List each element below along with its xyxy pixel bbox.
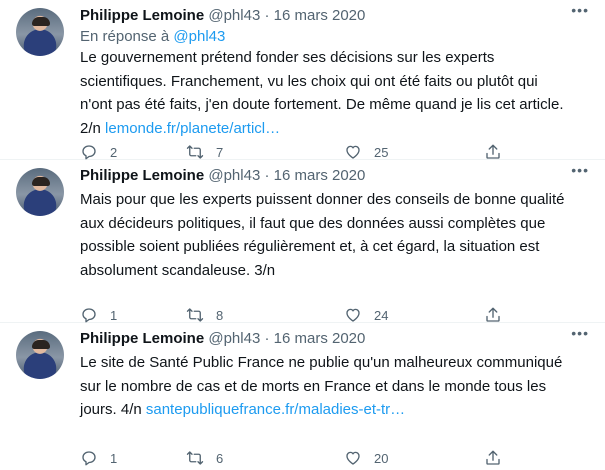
like-count: 24 xyxy=(374,307,389,323)
tweet-link[interactable]: lemonde.fr/planete/articl… xyxy=(105,120,280,137)
reply-button[interactable]: 1 xyxy=(80,446,117,470)
share-icon xyxy=(486,144,500,159)
reply-count: 1 xyxy=(110,450,118,466)
tweet-text-line: Le site de Santé Public France ne publie… xyxy=(80,354,563,371)
author-name[interactable]: Philippe Lemoine xyxy=(80,7,204,24)
reply-bubble-icon xyxy=(82,308,96,323)
author-handle[interactable]: @phl43 xyxy=(208,7,260,24)
more-dots-icon[interactable]: ••• xyxy=(571,162,589,178)
tweet[interactable]: Philippe Lemoine @phl43 · 16 mars 2020 •… xyxy=(0,323,605,466)
share-button[interactable] xyxy=(484,446,502,470)
retweet-icon xyxy=(186,308,204,322)
author-handle[interactable]: @phl43 xyxy=(208,167,260,184)
retweet-count: 8 xyxy=(216,307,224,323)
tweet-header: Philippe Lemoine @phl43 · 16 mars 2020 xyxy=(80,167,366,184)
share-icon xyxy=(486,450,500,465)
tweet-header: Philippe Lemoine @phl43 · 16 mars 2020 xyxy=(80,330,366,347)
tweet-link[interactable]: santepubliquefrance.fr/maladies-et-tr… xyxy=(146,401,405,418)
retweet-icon xyxy=(186,145,204,159)
reply-context: En réponse à @phl43 xyxy=(80,27,225,47)
heart-icon xyxy=(346,145,360,159)
more-dots-icon[interactable]: ••• xyxy=(571,325,589,341)
tweet-text: Le site de Santé Public France ne publie… xyxy=(80,351,589,422)
tweet-header: Philippe Lemoine @phl43 · 16 mars 2020 xyxy=(80,7,366,24)
reply-count: 1 xyxy=(110,307,118,323)
action-bar: 1 6 20 xyxy=(80,446,589,470)
tweet-text-line: absolument scandaleuse. 3/n xyxy=(80,261,276,279)
author-name[interactable]: Philippe Lemoine xyxy=(80,330,204,347)
like-count: 25 xyxy=(374,144,389,160)
share-icon xyxy=(486,307,500,322)
like-count: 20 xyxy=(374,450,389,466)
tweet-date[interactable]: 16 mars 2020 xyxy=(274,7,366,24)
tweet-text-line: Le gouvernement prétend fonder ses décis… xyxy=(80,49,495,66)
reply-count: 2 xyxy=(110,144,118,160)
tweet[interactable]: Philippe Lemoine @phl43 · 16 mars 2020 •… xyxy=(0,160,605,323)
tweet-text-line: 2/n xyxy=(80,119,101,137)
like-button[interactable]: 20 xyxy=(344,446,388,470)
tweet-text-line: possible soient publiées régulièrement e… xyxy=(80,238,540,255)
tweet-text-line: scientifiques. Franchement, vu les choix… xyxy=(80,72,538,90)
tweet[interactable]: Philippe Lemoine @phl43 · 16 mars 2020 •… xyxy=(0,0,605,160)
tweet-text-line: sur le nombre de cas et de morts en Fran… xyxy=(80,377,547,395)
avatar[interactable] xyxy=(16,331,64,379)
tweet-date[interactable]: 16 mars 2020 xyxy=(274,167,366,184)
reply-to-handle[interactable]: @phl43 xyxy=(173,28,225,45)
avatar[interactable] xyxy=(16,168,64,216)
retweet-icon xyxy=(186,451,204,465)
retweet-button[interactable]: 6 xyxy=(186,446,223,470)
tweet-date[interactable]: 16 mars 2020 xyxy=(274,330,366,347)
reply-bubble-icon xyxy=(82,145,96,160)
retweet-count: 7 xyxy=(216,144,224,160)
author-handle[interactable]: @phl43 xyxy=(208,330,260,347)
tweet-text-line: aux décideurs politiques, il faut que de… xyxy=(80,214,546,232)
heart-icon xyxy=(346,308,360,322)
heart-icon xyxy=(346,451,360,465)
tweet-text: Le gouvernement prétend fonder ses décis… xyxy=(80,46,589,140)
tweet-text-line: n'ont pas été faits, j'en doute fortemen… xyxy=(80,96,564,113)
reply-bubble-icon xyxy=(82,451,96,466)
reply-prefix: En réponse à xyxy=(80,28,170,45)
more-dots-icon[interactable]: ••• xyxy=(571,2,589,18)
author-name[interactable]: Philippe Lemoine xyxy=(80,167,204,184)
tweet-text-line: jours. 4/n xyxy=(80,401,142,418)
tweet-text-line: Mais pour que les experts puissent donne… xyxy=(80,191,565,208)
retweet-count: 6 xyxy=(216,450,224,466)
tweet-text: Mais pour que les experts puissent donne… xyxy=(80,188,589,282)
avatar[interactable] xyxy=(16,8,64,56)
